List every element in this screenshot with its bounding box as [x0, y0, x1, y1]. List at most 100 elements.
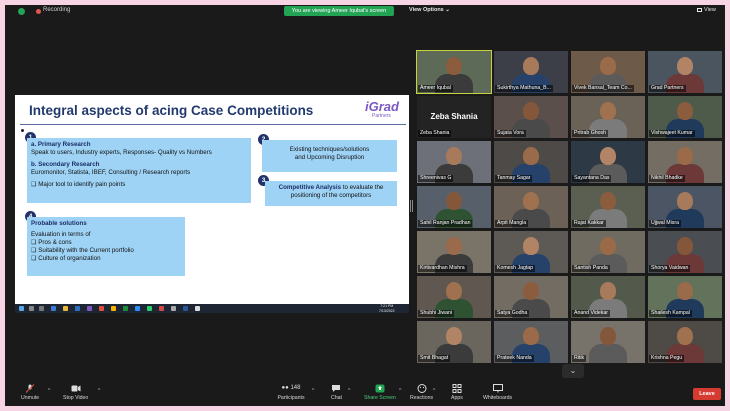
leave-button[interactable]: Leave [693, 388, 721, 400]
participant-tile[interactable]: Kirtivardhan Mishra [417, 231, 491, 273]
participant-body [589, 344, 627, 363]
participant-tile[interactable]: Shailesh Kampal [648, 276, 722, 318]
participant-tile[interactable]: Sukirthya Mathuna_B... [494, 51, 568, 93]
existing-techniques-box: Existing techniques/solutions and Upcomi… [262, 140, 397, 172]
participant-head [677, 237, 693, 255]
participant-head [446, 147, 462, 165]
participant-name: Komesh Jagtap [495, 265, 536, 272]
participant-tile[interactable]: Ujjwal Misra [648, 186, 722, 228]
participant-head [677, 102, 693, 120]
viewing-banner: You are viewing Ameer Iqubal's screen [284, 6, 394, 16]
participant-head [523, 147, 539, 165]
participant-tile[interactable]: Komesh Jagtap [494, 231, 568, 273]
video-options-caret[interactable]: ^ [98, 388, 100, 394]
participant-name: Vishwajeet Kumar [649, 130, 695, 137]
participants-caret[interactable]: ^ [312, 388, 314, 394]
participant-tile[interactable]: Prateek Nanda [494, 321, 568, 363]
participant-tile[interactable]: Santish Panda [571, 231, 645, 273]
participant-head [446, 57, 462, 75]
participant-tile[interactable]: Grad Partners [648, 51, 722, 93]
windows-start-icon [19, 306, 24, 311]
participant-head [677, 147, 693, 165]
participant-tile[interactable]: Ameer Iqubal [416, 50, 492, 94]
participants-button[interactable]: ●● 148 Participants [271, 384, 311, 401]
participant-tile[interactable]: Ritik [571, 321, 645, 363]
pros-cons-bullet: ❑ Pros & cons [31, 239, 72, 246]
folder-icon [63, 306, 68, 311]
view-button[interactable]: View [697, 7, 716, 13]
task-view-icon [39, 306, 44, 311]
participant-tile[interactable]: Anand Videkar [571, 276, 645, 318]
app-icon [159, 306, 164, 311]
unmute-button[interactable]: Unmute [21, 384, 39, 401]
share-screen-button[interactable]: Share Screen [364, 384, 396, 401]
culture-bullet: ❑ Culture of organization [31, 255, 101, 262]
stop-video-button[interactable]: Stop Video [63, 384, 88, 401]
participant-tile[interactable]: Sahil Ranjan Pradhan [417, 186, 491, 228]
zoom-window: Recording You are viewing Ameer Iqubal's… [5, 5, 725, 406]
participants-count: 148 [290, 385, 301, 391]
participant-tile[interactable]: Satya Godha [494, 276, 568, 318]
participants-label: Participants [277, 395, 305, 401]
audio-options-caret[interactable]: ^ [48, 388, 50, 394]
word-icon [183, 306, 188, 311]
participant-name: Sujata Vora [495, 130, 526, 137]
participant-name: Rajat Kakkar [572, 220, 606, 227]
title-divider [20, 124, 406, 125]
participant-head [600, 282, 616, 300]
participant-tile[interactable]: Nikhil Bhadke [648, 141, 722, 183]
whiteboards-button[interactable]: Whiteboards [483, 384, 512, 401]
participant-name: Sukirthya Mathuna_B... [495, 85, 553, 92]
competitive-analysis-heading: Competitive Analysis [278, 184, 342, 191]
chat-caret[interactable]: ^ [348, 388, 350, 394]
chat-icon [332, 385, 341, 392]
participant-tile[interactable]: Tanmay Sagar [494, 141, 568, 183]
igrad-logo-sub: Partners [372, 113, 391, 119]
participant-tile[interactable]: Pritrab Ghosh [571, 96, 645, 138]
participant-head [523, 57, 539, 75]
reactions-caret[interactable]: ^ [433, 388, 435, 394]
participant-head [677, 327, 693, 345]
shield-icon[interactable] [18, 8, 25, 15]
participant-tile[interactable]: Shubhi Jiwani [417, 276, 491, 318]
share-screen-label: Share Screen [364, 395, 396, 401]
more-participants-button[interactable]: ⌄ [562, 364, 584, 378]
participant-tile[interactable]: Vishwajeet Kumar [648, 96, 722, 138]
participant-name: Krishna Pegu [649, 355, 685, 362]
participant-tile[interactable]: Shreenivas G [417, 141, 491, 183]
mic-off-icon [25, 384, 35, 393]
participant-head [446, 327, 462, 345]
splitter-handle[interactable] [410, 200, 413, 212]
participant-tile[interactable]: Arpit Mangla [494, 186, 568, 228]
participant-head [446, 237, 462, 255]
chat-button[interactable]: Chat [331, 384, 342, 401]
participant-tile[interactable]: Zeba Shania Zeba Shania [417, 96, 491, 138]
evaluation-text: Evaluation in terms of [31, 231, 91, 238]
apps-button[interactable]: Apps [451, 384, 463, 401]
participant-tile[interactable]: Smit Bhagat [417, 321, 491, 363]
share-screen-caret[interactable]: ^ [399, 388, 401, 394]
view-options-button[interactable]: View Options ⌄ [409, 7, 450, 13]
reactions-label: Reactions [410, 395, 434, 401]
participant-name: Ujjwal Misra [649, 220, 681, 227]
participant-tile[interactable]: Rajat Kakkar [571, 186, 645, 228]
video-camera-icon [71, 385, 81, 392]
existing-techniques-line1: Existing techniques/solutions [289, 146, 370, 153]
reactions-button[interactable]: Reactions [410, 384, 433, 401]
participant-tile[interactable]: Shorya Vaidwan [648, 231, 722, 273]
participant-name: Arpit Mangla [495, 220, 529, 227]
participant-tile[interactable]: Sayantana Das [571, 141, 645, 183]
participant-head [600, 57, 616, 75]
participant-name: Shailesh Kampal [649, 310, 692, 317]
participant-tile[interactable]: Sujata Vora [494, 96, 568, 138]
participant-name: Zeba Shania [418, 130, 452, 137]
portfolio-bullet: ❑ Suitability with the Current portfolio [31, 247, 134, 254]
secondary-research-heading: b. Secondary Research [31, 161, 100, 168]
participant-head [446, 282, 462, 300]
participant-tile[interactable]: Vivek Bansal_Team Co... [571, 51, 645, 93]
participant-head [677, 192, 693, 210]
participant-name: Nikhil Bhadke [649, 175, 685, 182]
participant-tile[interactable]: Krishna Pegu [648, 321, 722, 363]
recording-icon [36, 9, 41, 14]
pain-points-bullet: ❑ Major tool to identify pain points [31, 181, 126, 188]
